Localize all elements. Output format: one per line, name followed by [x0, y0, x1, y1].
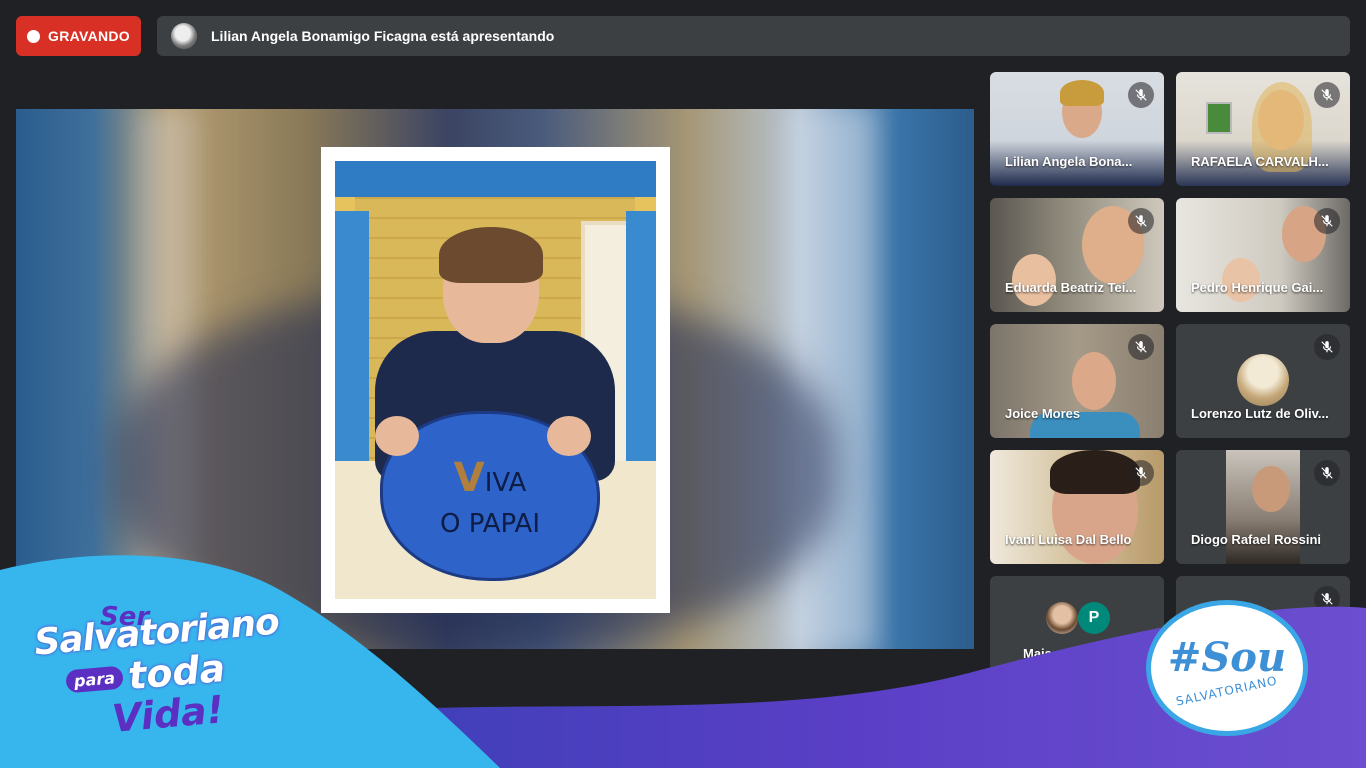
participant-name: Pedro Henrique Gai...: [1191, 280, 1324, 295]
child-hand: [547, 416, 591, 456]
presenter-text: Lilian Angela Bonamigo Ficagna está apre…: [211, 28, 555, 44]
participant-tile[interactable]: Diogo Rafael Rossini: [1176, 450, 1350, 564]
participant-name: Eduarda Beatriz Tei...: [1005, 280, 1137, 295]
recording-button[interactable]: GRAVANDO: [16, 16, 141, 56]
participant-video: [1060, 80, 1104, 106]
participant-video: [1252, 466, 1290, 512]
recording-label: GRAVANDO: [48, 28, 130, 44]
playhouse-shutter: [626, 211, 656, 461]
presenter-banner: Lilian Angela Bonamigo Ficagna está apre…: [157, 16, 1350, 56]
presented-photo: VIVA O PAPAI: [321, 147, 670, 613]
mic-off-icon: [1314, 82, 1340, 108]
participant-name: RAFAELA CARVALH...: [1191, 154, 1329, 169]
participant-tile[interactable]: Eduarda Beatriz Tei...: [990, 198, 1164, 312]
participant-video: [1050, 450, 1140, 494]
photo-content: VIVA O PAPAI: [335, 161, 656, 599]
sign-line-1-rest: IVA: [484, 467, 527, 498]
participant-tile[interactable]: Pedro Henrique Gai...: [1176, 198, 1350, 312]
sou-salvatoriano-badge: #Sou SALVATORIANO: [1146, 600, 1308, 736]
child-hair: [439, 227, 543, 283]
mic-off-icon: [1314, 334, 1340, 360]
participant-name: Joice Mores: [1005, 406, 1081, 421]
participant-tile[interactable]: Ivani Luisa Dal Bello: [990, 450, 1164, 564]
child-hand: [375, 416, 419, 456]
sign-line-1: VIVA: [454, 450, 527, 506]
participant-video: [1072, 352, 1116, 410]
sign-initial: V: [453, 454, 485, 501]
sign-line-2: O PAPAI: [439, 508, 540, 539]
mic-off-icon: [1128, 334, 1154, 360]
participant-name: Ivani Luisa Dal Bello: [1005, 532, 1132, 547]
playhouse-shutter: [335, 211, 369, 461]
mic-off-icon: [1128, 208, 1154, 234]
participant-video: [1206, 102, 1232, 134]
top-bar: GRAVANDO Lilian Angela Bonamigo Ficagna …: [16, 16, 1350, 56]
presenter-avatar: [171, 23, 197, 49]
participant-avatar: [1237, 354, 1289, 406]
mic-off-icon: [1314, 460, 1340, 486]
mic-off-icon: [1128, 82, 1154, 108]
mic-off-icon: [1314, 208, 1340, 234]
badge-sou-text: #Sou: [1167, 634, 1287, 681]
participant-tile[interactable]: Joice Mores: [990, 324, 1164, 438]
participant-name: Diogo Rafael Rossini: [1191, 532, 1322, 547]
mic-off-icon: [1128, 460, 1154, 486]
participant-name: Lorenzo Lutz de Oliv...: [1191, 406, 1329, 421]
participant-name: Lilian Angela Bona...: [1005, 154, 1133, 169]
participant-tile[interactable]: RAFAELA CARVALH...: [1176, 72, 1350, 186]
participant-tile[interactable]: Lilian Angela Bona...: [990, 72, 1164, 186]
participant-tile[interactable]: Lorenzo Lutz de Oliv...: [1176, 324, 1350, 438]
recording-dot-icon: [27, 29, 40, 43]
playhouse-roof: [335, 161, 656, 197]
